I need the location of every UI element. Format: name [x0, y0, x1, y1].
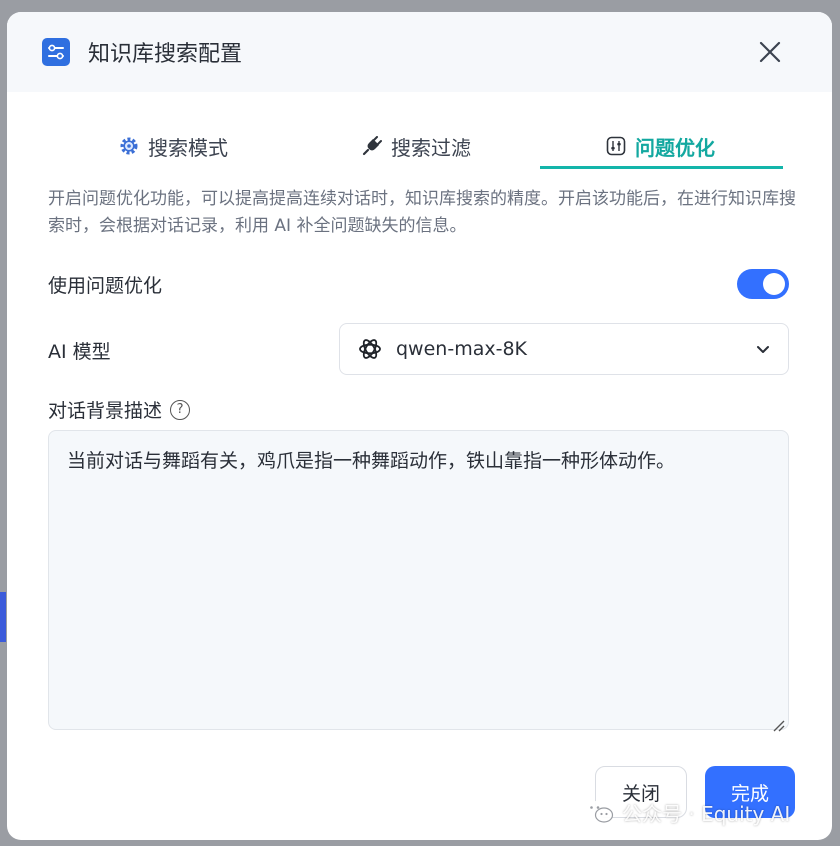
tab-question-optimize[interactable]: 问题优化: [605, 130, 715, 162]
plug-icon: [361, 135, 383, 157]
feature-description: 开启问题优化功能，可以提高提高连续对话时，知识库搜索的精度。开启该功能后，在进行…: [48, 189, 796, 236]
resize-handle-icon[interactable]: [771, 712, 785, 732]
wechat-watermark: 公众号 · Equity AI: [584, 797, 790, 827]
model-select[interactable]: qwen-max-8K: [339, 323, 789, 375]
question-optimize-toggle[interactable]: [737, 269, 789, 299]
tab-label: 搜索过滤: [391, 135, 471, 160]
help-icon[interactable]: ?: [170, 399, 191, 420]
tab-search-mode[interactable]: 搜索模式: [118, 130, 228, 162]
toggle-knob: [763, 273, 785, 295]
search-config-dialog: 知识库搜索配置 搜索模式 搜索过滤 问题优化 开启问题优化功能，可以提高提高连续…: [7, 12, 832, 840]
model-label: AI 模型: [48, 341, 111, 363]
background-side-bar: [0, 592, 6, 642]
background-label: 对话背景描述?: [48, 396, 191, 423]
toggle-label: 使用问题优化: [48, 275, 163, 297]
model-value: qwen-max-8K: [396, 338, 527, 360]
chevron-down-icon: [756, 340, 770, 359]
tab-bar: 搜索模式 搜索过滤 问题优化: [7, 92, 832, 169]
tab-search-filter[interactable]: 搜索过滤: [361, 130, 471, 162]
watermark-text: 公众号 · Equity AI: [622, 801, 791, 826]
background-label-text: 对话背景描述: [48, 400, 163, 422]
background-textarea[interactable]: 当前对话与舞蹈有关，鸡爪是指一种舞蹈动作，铁山靠指一种形体动作。: [48, 430, 789, 732]
active-tab-indicator: [540, 166, 783, 169]
dialog-title: 知识库搜索配置: [88, 42, 243, 67]
tab-label: 搜索模式: [148, 135, 228, 160]
background-text: 当前对话与舞蹈有关，鸡爪是指一种舞蹈动作，铁山靠指一种形体动作。: [67, 450, 676, 472]
wechat-icon: [584, 799, 614, 825]
dialog-header: 知识库搜索配置: [7, 12, 832, 92]
tune-icon: [605, 135, 627, 157]
openai-logo-icon: [356, 335, 384, 363]
gear-icon: [118, 135, 140, 157]
sliders-icon: [42, 38, 70, 66]
tab-label: 问题优化: [635, 135, 715, 160]
close-icon[interactable]: [756, 38, 784, 66]
